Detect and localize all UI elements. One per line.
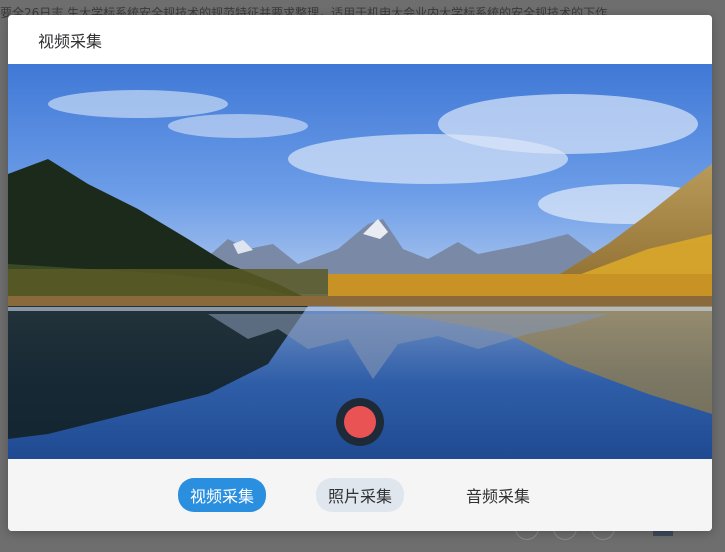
tab-photo-capture[interactable]: 照片采集 xyxy=(315,478,404,512)
video-capture-dialog: 视频采集 视频采集 照片采集 音频采集 xyxy=(8,15,712,531)
camera-preview xyxy=(8,64,712,459)
dialog-header: 视频采集 xyxy=(8,15,712,64)
dialog-title: 视频采集 xyxy=(38,31,103,51)
record-icon xyxy=(344,406,376,438)
page-backdrop: 要全26日志 生大学标系统安全规技术的规范特征并要求整理，适用于机申大会业内大学… xyxy=(0,0,725,552)
capture-mode-tabs: 视频采集 照片采集 音频采集 xyxy=(8,459,712,531)
tab-video-capture[interactable]: 视频采集 xyxy=(177,478,266,512)
record-button[interactable] xyxy=(336,398,384,446)
tab-audio-capture[interactable]: 音频采集 xyxy=(454,478,542,512)
